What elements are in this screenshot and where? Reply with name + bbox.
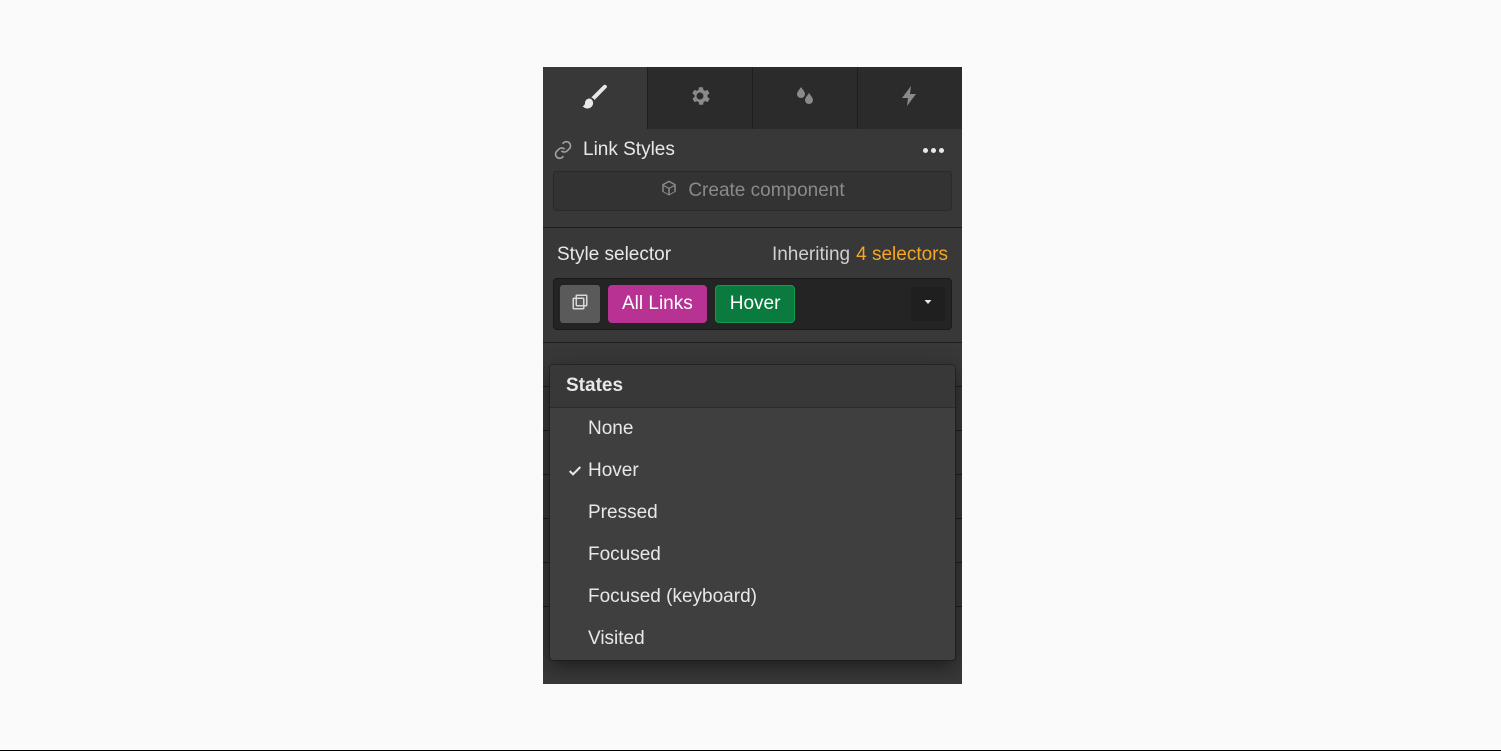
selector-scope-button[interactable] <box>560 285 600 323</box>
style-selector-title: Style selector <box>557 244 671 266</box>
tab-settings[interactable] <box>648 67 753 129</box>
inherit-count-link[interactable]: 4 selectors <box>856 244 948 266</box>
chip-label: All Links <box>622 293 693 315</box>
caret-down-icon <box>922 295 934 313</box>
gear-icon <box>688 84 712 113</box>
dropdown-item[interactable]: Hover <box>550 450 955 492</box>
more-options-button[interactable] <box>919 144 948 157</box>
dropdown-item-label: None <box>588 418 633 440</box>
dropdown-item-label: Hover <box>588 460 639 482</box>
dropdown-item[interactable]: Visited <box>550 618 955 660</box>
selector-field[interactable]: All Links Hover <box>553 278 952 330</box>
cube-icon <box>660 179 678 203</box>
dot-icon <box>923 148 928 153</box>
check-icon <box>562 463 588 479</box>
dropdown-header: States <box>550 365 955 408</box>
states-dropdown: States None Hover Pressed Focused Focused (k… <box>550 365 955 660</box>
style-panel: Link Styles Create component Style selec… <box>543 67 962 684</box>
dot-icon <box>939 148 944 153</box>
bolt-icon <box>898 84 922 113</box>
selector-chip-state[interactable]: Hover <box>715 285 796 323</box>
panel-header: Link Styles <box>543 129 962 171</box>
dropdown-item-label: Visited <box>588 628 645 650</box>
inherit-label: Inheriting <box>772 244 850 266</box>
dropdown-item-label: Focused <box>588 544 661 566</box>
tab-interactions[interactable] <box>858 67 962 129</box>
dropdown-item[interactable]: None <box>550 408 955 450</box>
drops-icon <box>793 84 817 113</box>
create-component-label: Create component <box>688 180 844 202</box>
dropdown-item[interactable]: Focused <box>550 534 955 576</box>
selector-scope-icon <box>571 293 589 316</box>
create-component-button[interactable]: Create component <box>553 171 952 211</box>
dropdown-item[interactable]: Focused (keyboard) <box>550 576 955 618</box>
tab-style[interactable] <box>543 67 648 129</box>
link-icon <box>553 140 573 160</box>
chip-label: Hover <box>730 293 781 315</box>
brush-icon <box>580 81 610 116</box>
selector-chip-class[interactable]: All Links <box>608 285 707 323</box>
dropdown-item-label: Focused (keyboard) <box>588 586 757 608</box>
state-dropdown-toggle[interactable] <box>911 287 945 321</box>
dot-icon <box>931 148 936 153</box>
tab-effects[interactable] <box>753 67 858 129</box>
panel-tabs <box>543 67 962 129</box>
dropdown-item-label: Pressed <box>588 502 658 524</box>
style-selector-heading: Style selector Inheriting 4 selectors <box>543 228 962 278</box>
dropdown-item[interactable]: Pressed <box>550 492 955 534</box>
panel-title: Link Styles <box>583 139 675 161</box>
